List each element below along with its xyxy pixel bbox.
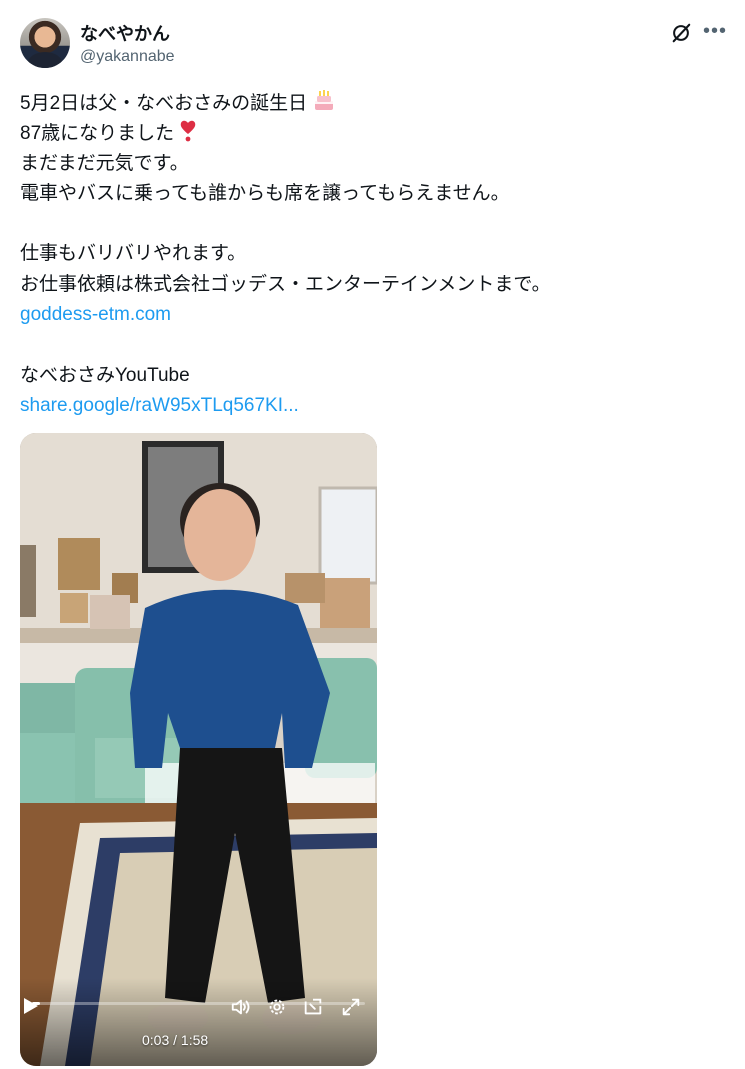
tweet-line-1: 5月2日は父・なべおさみの誕生日 <box>20 93 308 114</box>
tweet-line-3: まだまだ元気です。 <box>20 152 189 174</box>
settings-icon[interactable] <box>266 996 288 1018</box>
tweet-line-6: 仕事もバリバリやれます。 <box>20 243 247 265</box>
pip-icon[interactable] <box>302 996 324 1018</box>
goddess-link[interactable]: goddess-etm.com <box>20 300 720 330</box>
tweet-line-7: お仕事依頼は株式会社ゴッデス・エンターテインメントまで。 <box>20 273 551 295</box>
tweet-line-2: 87歳になりました <box>20 123 175 145</box>
tweet-text: 5月2日は父・なべおさみの誕生日 87歳になりました まだまだ元気です。 電車や… <box>20 88 720 421</box>
author-handle[interactable]: @yakannabe <box>80 48 175 66</box>
red-exclamation-heart-icon <box>181 121 196 142</box>
video-frame <box>20 433 377 1066</box>
author-display-name[interactable]: なべやかん <box>80 20 170 46</box>
grok-icon[interactable] <box>670 22 692 44</box>
video-controls: 0:03 / 1:58 <box>20 996 377 1066</box>
video-player[interactable]: 0:03 / 1:58 <box>20 433 377 1066</box>
tweet-line-10: なべおさみYouTube <box>20 364 190 386</box>
video-time-display: 0:03 / 1:58 <box>142 1032 209 1048</box>
volume-icon[interactable] <box>230 996 252 1018</box>
youtube-share-link[interactable]: share.google/raW95xTLq567KI... <box>20 391 720 421</box>
avatar[interactable] <box>20 18 70 68</box>
play-icon[interactable] <box>20 996 40 1016</box>
tweet-line-4: 電車やバスに乗っても誰からも席を譲ってもらえません。 <box>20 182 510 204</box>
fullscreen-icon[interactable] <box>340 996 362 1018</box>
more-options-icon[interactable]: ••• <box>703 20 727 43</box>
birthday-cake-icon <box>315 90 334 110</box>
